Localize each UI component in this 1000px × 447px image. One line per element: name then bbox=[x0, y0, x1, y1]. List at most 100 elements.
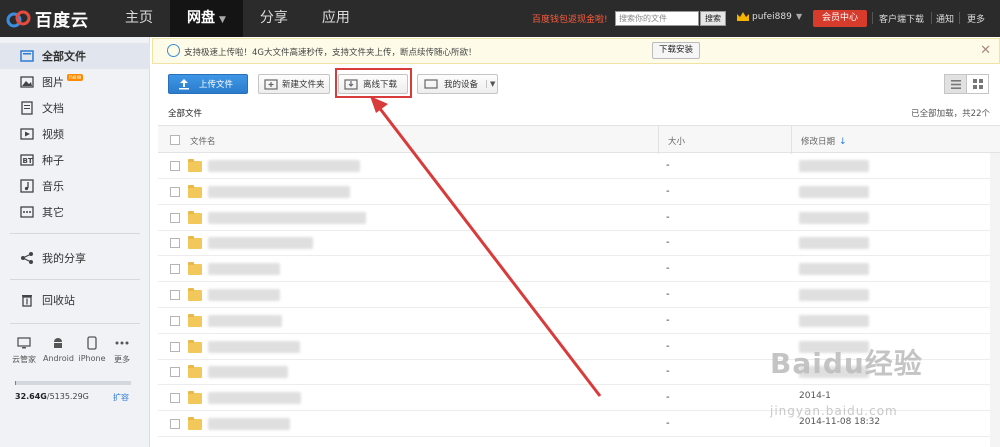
file-name[interactable] bbox=[208, 160, 360, 172]
col-size-header[interactable]: 大小 bbox=[668, 135, 685, 147]
file-name[interactable] bbox=[208, 185, 350, 198]
device-iphone[interactable]: iPhone bbox=[77, 335, 107, 363]
table-row[interactable]: - bbox=[158, 230, 1000, 257]
watermark-url: jingyan.baidu.com bbox=[770, 404, 898, 418]
svg-text:BT: BT bbox=[23, 157, 33, 165]
notice-bar: 支持极速上传啦！4G大文件高速秒传，支持文件夹上传，断点续传随心所欲！ 下载安装… bbox=[152, 38, 1000, 64]
col-name-header[interactable]: 文件名 bbox=[190, 135, 216, 147]
file-date bbox=[799, 314, 869, 327]
divider bbox=[658, 126, 659, 154]
upload-icon bbox=[177, 78, 191, 90]
file-name[interactable] bbox=[208, 314, 282, 327]
row-checkbox[interactable] bbox=[170, 367, 180, 378]
upload-label: 上传文件 bbox=[199, 80, 234, 90]
download-install-button[interactable]: 下载安装 bbox=[652, 42, 700, 59]
phone-icon bbox=[77, 335, 107, 351]
device-label: iPhone bbox=[78, 354, 106, 363]
file-name[interactable] bbox=[208, 237, 313, 250]
file-size: - bbox=[666, 392, 670, 404]
sidebar-item-images[interactable]: 图片 new bbox=[0, 69, 150, 95]
file-name[interactable] bbox=[208, 289, 280, 301]
file-size: - bbox=[666, 314, 670, 326]
row-checkbox[interactable] bbox=[170, 315, 180, 326]
scrollbar[interactable] bbox=[990, 153, 1000, 447]
main-nav: 主页 网盘 ▼ 分享 应用 bbox=[108, 0, 367, 37]
vip-center-button[interactable]: 会员中心 bbox=[813, 10, 867, 27]
file-name[interactable] bbox=[208, 340, 300, 353]
list-view-icon[interactable] bbox=[945, 75, 967, 93]
table-row[interactable]: - bbox=[158, 282, 1000, 308]
brand-logo[interactable]: 百度云 bbox=[6, 6, 89, 31]
col-date-header[interactable]: 修改日期 ↓ bbox=[801, 135, 847, 147]
sidebar-item-music[interactable]: 音乐 bbox=[0, 173, 150, 199]
sidebar-item-documents[interactable]: 文档 bbox=[0, 95, 150, 121]
file-size: - bbox=[666, 366, 670, 378]
nav-share[interactable]: 分享 bbox=[243, 0, 305, 37]
file-date: 2014-11-08 18:32 bbox=[799, 417, 881, 427]
chevron-down-icon[interactable]: ▼ bbox=[796, 12, 802, 21]
quota-fill bbox=[15, 381, 17, 385]
quota-used: 32.64G bbox=[15, 392, 47, 401]
sidebar-item-label: 回收站 bbox=[42, 294, 75, 307]
quota-bar bbox=[15, 381, 131, 385]
file-date: 2014-1 bbox=[799, 391, 831, 402]
sidebar-item-recycle[interactable]: 回收站 bbox=[0, 287, 150, 313]
sidebar-item-my-share[interactable]: 我的分享 bbox=[0, 245, 150, 271]
upload-button[interactable]: 上传文件 bbox=[168, 74, 248, 94]
notify-link[interactable]: 通知 bbox=[936, 12, 954, 25]
close-icon[interactable]: ✕ bbox=[980, 43, 991, 58]
breadcrumb[interactable]: 全部文件 bbox=[168, 107, 202, 119]
search-button[interactable]: 搜索 bbox=[700, 11, 726, 26]
row-checkbox[interactable] bbox=[170, 290, 180, 300]
device-pc[interactable]: 云管家 bbox=[9, 335, 39, 365]
table-row[interactable]: - bbox=[158, 256, 1000, 283]
row-checkbox[interactable] bbox=[170, 419, 180, 429]
chevron-down-icon: ▼ bbox=[219, 15, 226, 25]
sidebar-item-label: 音乐 bbox=[42, 180, 64, 193]
folder-icon bbox=[188, 262, 202, 276]
row-checkbox[interactable] bbox=[170, 212, 180, 223]
divider bbox=[10, 279, 140, 280]
more-link[interactable]: 更多 bbox=[967, 12, 985, 25]
username[interactable]: pufei889 bbox=[752, 12, 792, 22]
file-name[interactable] bbox=[208, 211, 366, 224]
file-size: - bbox=[666, 418, 670, 429]
file-name[interactable] bbox=[208, 392, 301, 405]
table-row[interactable]: - bbox=[158, 179, 1000, 205]
top-bar: 百度云 主页 网盘 ▼ 分享 应用 百度钱包返现金啦! 搜索你的文件 搜索 puf… bbox=[0, 0, 1000, 37]
sidebar-item-other[interactable]: 其它 bbox=[0, 199, 150, 225]
expand-quota-link[interactable]: 扩容 bbox=[113, 392, 129, 403]
table-row[interactable]: - bbox=[158, 205, 1000, 231]
file-name[interactable] bbox=[208, 366, 288, 379]
row-checkbox[interactable] bbox=[170, 264, 180, 275]
sidebar-item-all-files[interactable]: 全部文件 bbox=[0, 43, 150, 69]
loaded-status: 已全部加载，共22个 bbox=[911, 109, 990, 119]
device-icon bbox=[424, 78, 438, 90]
table-row[interactable]: - bbox=[158, 308, 1000, 334]
file-name[interactable] bbox=[208, 418, 290, 430]
client-download-link[interactable]: 客户端下载 bbox=[879, 12, 924, 25]
search-input[interactable]: 搜索你的文件 bbox=[615, 11, 699, 26]
my-devices-button[interactable]: 我的设备 ▼ bbox=[417, 74, 498, 94]
row-checkbox[interactable] bbox=[170, 161, 180, 171]
row-checkbox[interactable] bbox=[170, 186, 180, 197]
row-checkbox[interactable] bbox=[170, 341, 180, 352]
file-name[interactable] bbox=[208, 263, 280, 276]
nav-apps[interactable]: 应用 bbox=[305, 0, 367, 37]
share-icon bbox=[20, 251, 34, 265]
new-folder-button[interactable]: 新建文件夹 bbox=[258, 74, 330, 94]
nav-home[interactable]: 主页 bbox=[108, 0, 170, 37]
device-more[interactable]: 更多 bbox=[107, 335, 137, 365]
row-checkbox[interactable] bbox=[170, 393, 180, 404]
grid-view-icon[interactable] bbox=[967, 75, 988, 93]
cloud-logo-icon bbox=[6, 9, 32, 29]
row-checkbox[interactable] bbox=[170, 238, 180, 249]
select-all-checkbox[interactable] bbox=[170, 135, 180, 145]
chevron-down-icon[interactable]: ▼ bbox=[486, 80, 495, 88]
device-android[interactable]: Android bbox=[43, 335, 74, 363]
sidebar-item-videos[interactable]: 视频 bbox=[0, 121, 150, 147]
sidebar-item-torrents[interactable]: BT 种子 bbox=[0, 147, 150, 173]
table-row[interactable]: - bbox=[158, 153, 1000, 179]
nav-netdisk[interactable]: 网盘 ▼ bbox=[170, 0, 243, 37]
promo-link[interactable]: 百度钱包返现金啦! bbox=[532, 12, 608, 25]
